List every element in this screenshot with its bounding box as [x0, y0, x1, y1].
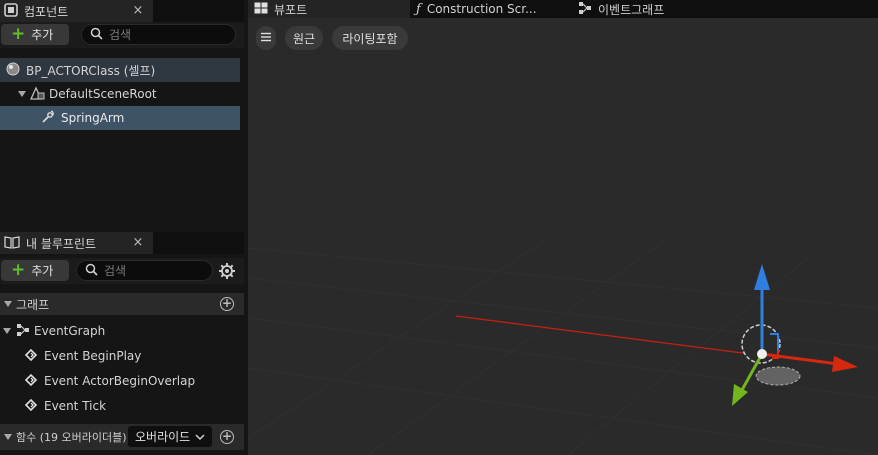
- y-axis-arrow[interactable]: [732, 384, 748, 406]
- world-x-axis-line: [455, 315, 759, 356]
- tab-components[interactable]: 컴포넌트 ×: [0, 0, 153, 22]
- event-graph-icon: [578, 1, 592, 18]
- actor-icon: [5, 61, 21, 80]
- collapse-arrow-icon[interactable]: [4, 434, 12, 440]
- event-label: Event BeginPlay: [44, 349, 142, 363]
- override-dropdown[interactable]: 오버라이드: [128, 426, 212, 447]
- tab-event-graph[interactable]: 이벤트그래프: [578, 0, 698, 18]
- event-graph-label: EventGraph: [34, 324, 106, 338]
- search-icon: [85, 263, 98, 279]
- tab-construction-script[interactable]: ƒ Construction Scr...: [416, 0, 566, 18]
- viewport-icon: [254, 2, 268, 17]
- component-item-springarm[interactable]: SpringArm: [0, 106, 240, 130]
- editor-tabbar: 뷰포트 ƒ Construction Scr... 이벤트그래프: [248, 0, 878, 18]
- tab-viewport[interactable]: 뷰포트: [248, 0, 410, 18]
- event-icon: [24, 348, 38, 365]
- event-icon: [24, 373, 38, 390]
- blueprint-toolbar: + 추가 검색: [0, 258, 244, 284]
- event-graph-item[interactable]: EventGraph: [0, 319, 240, 343]
- component-label: BP_ACTORClass (셀프): [26, 63, 156, 78]
- add-graph-icon[interactable]: +: [220, 297, 234, 311]
- add-label: 추가: [31, 264, 54, 278]
- collapse-arrow-icon[interactable]: [4, 301, 12, 307]
- component-item-self[interactable]: BP_ACTORClass (셀프): [0, 58, 240, 82]
- hamburger-icon: [260, 31, 272, 45]
- event-label: Event Tick: [44, 399, 107, 413]
- event-item-beginplay[interactable]: Event BeginPlay: [0, 344, 240, 368]
- components-tabbar: 컴포넌트 ×: [0, 0, 244, 22]
- event-icon: [24, 398, 38, 415]
- component-label: DefaultSceneRoot: [49, 87, 157, 101]
- close-icon[interactable]: ×: [131, 3, 145, 18]
- search-placeholder: 검색: [104, 264, 127, 278]
- spring-arm-icon: [40, 109, 56, 128]
- perspective-button[interactable]: 원근: [285, 26, 323, 50]
- chevron-down-icon: [195, 430, 205, 444]
- override-label: 오버라이드: [135, 430, 191, 444]
- search-icon: [90, 27, 103, 43]
- scene-root-icon: [29, 85, 45, 103]
- components-icon: [4, 2, 18, 20]
- event-label: Event ActorBeginOverlap: [44, 374, 196, 388]
- expand-arrow-icon[interactable]: [3, 328, 11, 334]
- editor-area: 뷰포트 ƒ Construction Scr... 이벤트그래프 원근 라이팅포…: [248, 0, 878, 455]
- plus-icon: +: [11, 260, 26, 280]
- tab-label: 이벤트그래프: [598, 2, 665, 17]
- transform-gizmo[interactable]: [718, 258, 868, 418]
- graph-section-label: 그래프: [16, 297, 50, 312]
- tab-label: Construction Scr...: [426, 2, 537, 16]
- blueprint-tab-label: 내 블루프린트: [26, 236, 97, 251]
- close-icon[interactable]: ×: [131, 235, 145, 250]
- add-component-button[interactable]: + 추가: [1, 24, 69, 45]
- component-item-defaultsceneroot[interactable]: DefaultSceneRoot: [0, 82, 240, 106]
- tab-my-blueprint[interactable]: 내 블루프린트 ×: [0, 232, 153, 254]
- book-icon: [4, 235, 20, 252]
- add-function-icon[interactable]: +: [220, 430, 234, 444]
- blueprint-search-input[interactable]: 검색: [76, 260, 213, 281]
- component-label: SpringArm: [61, 111, 125, 125]
- plus-icon: +: [11, 24, 26, 44]
- add-blueprint-item-button[interactable]: + 추가: [1, 260, 69, 281]
- x-axis-arrow[interactable]: [832, 356, 858, 372]
- event-item-tick[interactable]: Event Tick: [0, 394, 240, 418]
- components-search-input[interactable]: 검색: [81, 24, 236, 45]
- viewport-menu-button[interactable]: [256, 26, 276, 50]
- gear-icon[interactable]: [218, 262, 236, 283]
- tab-label: 뷰포트: [274, 2, 308, 17]
- components-toolbar: + 추가 검색: [0, 22, 244, 48]
- viewport-canvas[interactable]: 원근 라이팅포함: [248, 18, 878, 455]
- functions-section-label: 함수 (19 오버라이더블): [16, 431, 127, 444]
- left-column: 컴포넌트 × + 추가 검색 BP_ACTORClass (셀프) Defaul…: [0, 0, 244, 455]
- z-axis-arrow[interactable]: [754, 264, 770, 290]
- search-placeholder: 검색: [109, 28, 132, 42]
- graph-section-header[interactable]: 그래프 +: [0, 293, 244, 315]
- lighting-mode-button[interactable]: 라이팅포함: [332, 26, 408, 50]
- expand-arrow-icon[interactable]: [18, 91, 26, 97]
- event-graph-icon: [16, 323, 30, 340]
- functions-section-header[interactable]: 함수 (19 오버라이더블) 오버라이드 +: [0, 424, 244, 450]
- blueprint-tabbar: 내 블루프린트 ×: [0, 232, 244, 254]
- blueprint-editor: 컴포넌트 × + 추가 검색 BP_ACTORClass (셀프) Defaul…: [0, 0, 878, 455]
- add-label: 추가: [31, 28, 54, 42]
- components-tab-label: 컴포넌트: [24, 4, 69, 19]
- event-item-actorbeginoverlap[interactable]: Event ActorBeginOverlap: [0, 369, 240, 393]
- function-icon: ƒ: [416, 1, 421, 17]
